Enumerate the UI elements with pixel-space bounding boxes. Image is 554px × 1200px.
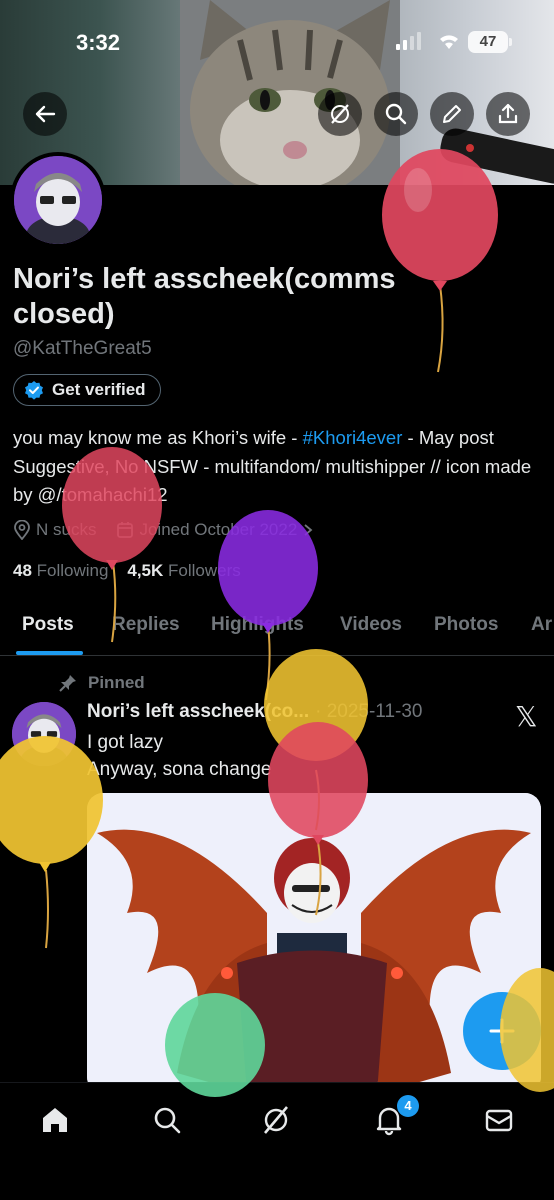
grok-icon (331, 104, 349, 124)
pencil-icon (443, 105, 461, 123)
share-icon (498, 103, 518, 124)
post-author-avatar[interactable] (12, 702, 76, 766)
tab-posts[interactable]: Posts (22, 614, 74, 636)
verified-badge-icon (25, 381, 43, 400)
nav-grok[interactable] (259, 1103, 293, 1137)
battery-tip (509, 38, 512, 46)
get-verified-button[interactable]: Get verified (13, 374, 161, 406)
x-logo-icon: 𝕏 (515, 701, 538, 732)
joined-date[interactable]: Joined October 2022 (116, 520, 314, 540)
user-handle: @KatTheGreat5 (13, 338, 152, 359)
avatar-image (14, 156, 102, 244)
post-header: Nori’s left asscheek(co... · 2025-11-30 (87, 701, 423, 723)
arrow-left-icon (35, 105, 56, 123)
calendar-icon (117, 522, 134, 538)
profile-avatar[interactable] (10, 152, 106, 248)
back-button[interactable] (23, 92, 67, 136)
location: N sucks (13, 520, 96, 540)
post-avatar-drawing (12, 702, 76, 766)
post-line-2: Anyway, sona change (87, 759, 272, 780)
nav-home[interactable] (38, 1103, 72, 1137)
followers-count: 4,5K (127, 561, 164, 580)
wifi-icon (440, 35, 458, 49)
home-icon (43, 1108, 67, 1132)
bio-text-1: you may know me as Khori’s wife - (13, 427, 303, 448)
compose-post-button[interactable] (463, 992, 541, 1070)
post-text: I got lazy Anyway, sona change (87, 729, 272, 783)
hashtag-link[interactable]: #Khori4ever (303, 427, 403, 448)
pinned-label: Pinned (88, 673, 145, 692)
envelope-icon (485, 1109, 513, 1132)
followers-label: Followers (168, 561, 241, 580)
bio: you may know me as Khori’s wife - #Khori… (13, 424, 538, 510)
tab-videos[interactable]: Videos (340, 614, 402, 636)
location-pin-icon (14, 520, 30, 540)
profile-meta: N sucks Joined October 2022 (13, 520, 314, 540)
avatar-drawing (14, 156, 102, 244)
chevron-right-icon (304, 524, 313, 536)
follow-stats: 48 Following 4,5K Followers (13, 561, 241, 581)
display-name: Nori’s left asscheek(comms closed) (13, 263, 396, 330)
post-line-1: I got lazy (87, 732, 164, 753)
tab-replies[interactable]: Replies (112, 614, 180, 636)
edit-button[interactable] (430, 92, 474, 136)
notification-badge: 4 (397, 1095, 419, 1117)
bottom-navigation: 4 (0, 1082, 554, 1200)
tab-articles[interactable]: Ar (531, 614, 552, 636)
nav-search[interactable] (150, 1103, 184, 1137)
remote-control (440, 128, 554, 184)
post-date[interactable]: · 2025-11-30 (315, 701, 422, 723)
post-author-name[interactable]: Nori’s left asscheek(co... (87, 701, 309, 723)
nav-messages[interactable] (482, 1103, 516, 1137)
tab-highlights[interactable]: Highlights (211, 614, 304, 636)
profile-tabs: Posts Replies Highlights Videos Photos A… (0, 606, 554, 656)
pin-icon (59, 675, 76, 692)
following-label: Following (36, 561, 109, 580)
followers-link[interactable]: 4,5K Followers (127, 561, 240, 580)
plus-icon (489, 1018, 515, 1044)
tab-photos[interactable]: Photos (434, 614, 498, 636)
battery-icon: 47 (468, 31, 508, 53)
cellular-signal-icon (396, 32, 421, 50)
status-bar: 3:32 47 (0, 0, 554, 80)
grok-icon (264, 1106, 288, 1134)
grok-button[interactable] (318, 92, 362, 136)
search-button[interactable] (374, 92, 418, 136)
location-text: N sucks (36, 520, 97, 539)
pinned-indicator: Pinned (58, 673, 145, 693)
search-icon (385, 103, 407, 125)
following-count: 48 (13, 561, 32, 580)
clock: 3:32 (76, 30, 121, 55)
active-tab-indicator (16, 651, 83, 655)
joined-text: Joined October 2022 (139, 520, 298, 539)
share-button[interactable] (486, 92, 530, 136)
get-verified-label: Get verified (52, 380, 146, 399)
following-link[interactable]: 48 Following (13, 561, 108, 580)
search-icon (154, 1107, 181, 1134)
